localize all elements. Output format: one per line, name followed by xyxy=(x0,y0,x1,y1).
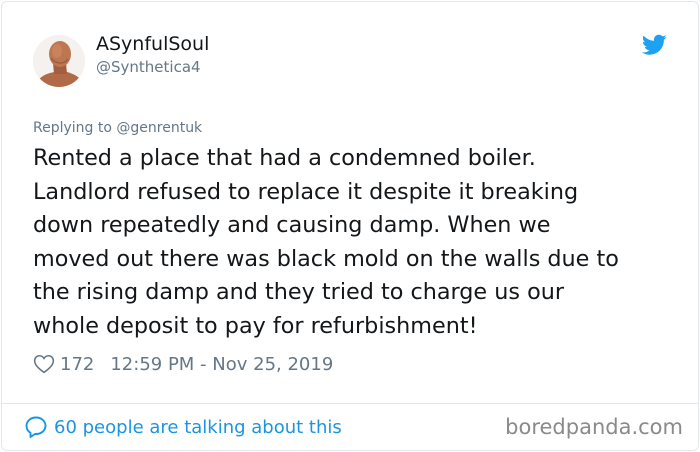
avatar[interactable] xyxy=(33,35,85,87)
reply-mention-link[interactable]: @genrentuk xyxy=(116,120,202,136)
speech-bubble-icon xyxy=(25,416,47,438)
display-name[interactable]: ASynfulSoul xyxy=(96,33,209,55)
replying-to-label: Replying to xyxy=(33,120,112,136)
conversation-link-label: 60 people are talking about this xyxy=(54,416,342,438)
replying-to: Replying to @genrentuk xyxy=(33,120,202,136)
tweet-line: Landlord refused to replace it despite i… xyxy=(33,178,579,205)
tweet-meta: 172 12:59 PM - Nov 25, 2019 xyxy=(33,350,333,378)
watermark: boredpanda.com xyxy=(505,415,683,439)
tweet-line: Rented a place that had a condemned boil… xyxy=(33,145,536,171)
heart-icon[interactable] xyxy=(33,353,55,375)
tweet-line: the rising damp and they tried to charge… xyxy=(33,279,565,305)
tweet-timestamp[interactable]: 12:59 PM - Nov 25, 2019 xyxy=(110,354,333,375)
avatar-image xyxy=(33,35,85,87)
tweet-line: down repeatedly and causing damp. When w… xyxy=(33,212,551,238)
conversation-link[interactable]: 60 people are talking about this xyxy=(24,413,342,441)
tweet-line: moved out there was black mold on the wa… xyxy=(33,245,619,272)
footer-divider xyxy=(1,403,699,404)
user-handle[interactable]: @Synthetica4 xyxy=(96,58,201,76)
like-count[interactable]: 172 xyxy=(60,354,94,375)
twitter-bird-icon[interactable] xyxy=(642,34,667,56)
tweet-line: whole deposit to pay for refurbishment! xyxy=(33,312,478,339)
tweet-text: Rented a place that had a condemned boil… xyxy=(33,142,683,343)
